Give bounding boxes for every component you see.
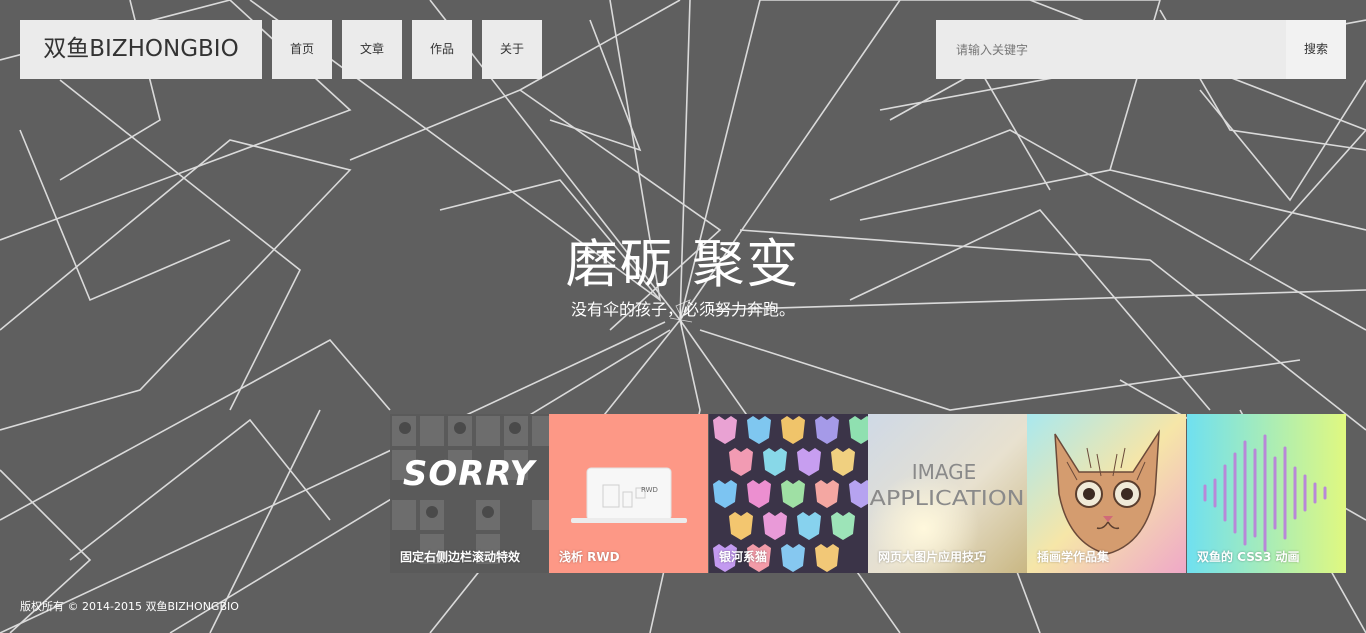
card-title: 固定右侧边栏滚动特效 — [400, 550, 521, 564]
nav-about[interactable]: 关于 — [482, 20, 542, 79]
svg-text:IMAGE: IMAGE — [912, 460, 977, 484]
nav-home[interactable]: 首页 — [272, 20, 332, 79]
card-title: 银河系猫 — [719, 550, 768, 564]
card-galaxy-cats[interactable]: 银河系猫 — [709, 414, 868, 573]
card-title: 网页大图片应用技巧 — [878, 550, 987, 564]
svg-text:RWD: RWD — [641, 486, 658, 494]
card-fixed-sidebar[interactable]: SORRY 固定右侧边栏滚动特效 — [390, 414, 549, 573]
search-button[interactable]: 搜索 — [1286, 20, 1346, 79]
card-title: 插画学作品集 — [1037, 550, 1110, 564]
search-bar: 搜索 — [936, 20, 1346, 79]
card-title: 双鱼的 CSS3 动画 — [1197, 550, 1300, 564]
nav-articles[interactable]: 文章 — [342, 20, 402, 79]
nav-works[interactable]: 作品 — [412, 20, 472, 79]
svg-text:APPLICATION: APPLICATION — [870, 486, 1025, 510]
search-input[interactable] — [936, 20, 1286, 79]
svg-text:SORRY: SORRY — [403, 454, 538, 494]
card-title: 浅析 RWD — [559, 550, 620, 564]
card-illustration-works[interactable]: 插画学作品集 — [1027, 414, 1186, 573]
hero-title: 磨砺 聚变 — [565, 235, 801, 295]
footer-copyright: 版权所有 © 2014-2015 双鱼BIZHONGBIO — [20, 600, 239, 613]
site-logo[interactable]: 双鱼BIZHONGBIO — [20, 20, 262, 79]
card-large-image-tips[interactable]: IMAGE APPLICATION 网页大图片应用技巧 — [868, 414, 1027, 573]
card-rwd[interactable]: RWD 浅析 RWD — [549, 414, 708, 573]
card-css3-animation[interactable]: 双鱼的 CSS3 动画 — [1187, 414, 1346, 573]
hero-subtitle: 没有伞的孩子，必须努力奔跑。 — [570, 300, 795, 319]
